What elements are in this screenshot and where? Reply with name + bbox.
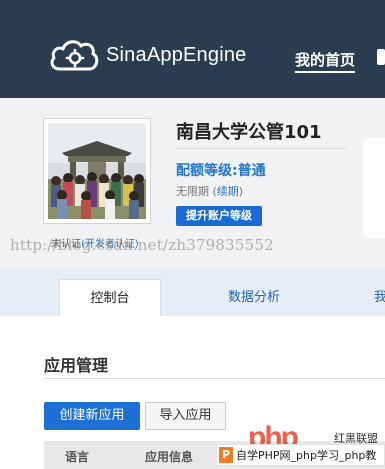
upgrade-account-button[interactable]: 提升账户等级: [176, 206, 262, 226]
tab-bar: 控制台 数据分析 我: [0, 268, 385, 316]
renew-link[interactable]: 续期: [217, 185, 239, 198]
validity-text: 无限期 (续期): [176, 183, 243, 199]
avatar-frame: [43, 118, 151, 224]
title-divider: [176, 148, 346, 149]
validity-prefix: 无限期 (: [176, 185, 217, 198]
php-site-badge[interactable]: P 自学PHP网_php学习_php教: [216, 444, 385, 466]
app-profile-panel: 南昌大学公管101 配额等级:普通 无限期 (续期) 提升账户等级 未认证(开发…: [0, 98, 385, 268]
side-card: [363, 138, 385, 238]
section-divider: [44, 378, 385, 379]
import-app-button[interactable]: 导入应用: [145, 402, 226, 430]
app-title: 南昌大学公管101: [176, 122, 322, 143]
column-header-language[interactable]: 语言: [65, 448, 89, 465]
create-app-button[interactable]: 创建新应用: [44, 402, 140, 430]
logo-text: SinaAppEngine: [106, 43, 247, 66]
php-badge-text: 自学PHP网_php学习_php教: [236, 449, 377, 462]
watermark-url: http://blog.csdn.net/zh379835552: [10, 236, 274, 254]
top-header: SinaAppEngine 我的首页: [0, 0, 385, 98]
column-header-app-info[interactable]: 应用信息: [145, 448, 193, 465]
nav-my-home[interactable]: 我的首页: [295, 49, 356, 73]
quota-level: 配额等级:普通: [176, 163, 266, 179]
section-title-app-management: 应用管理: [44, 356, 109, 375]
app-avatar-photo[interactable]: [48, 123, 146, 219]
php-p-icon: P: [219, 447, 233, 463]
validity-suffix: ): [238, 185, 244, 198]
nav-item-truncated[interactable]: [377, 49, 385, 69]
tab-console[interactable]: 控制台: [59, 279, 161, 316]
sae-logo[interactable]: SinaAppEngine: [48, 38, 247, 72]
cloud-gear-icon: [48, 38, 100, 72]
tab-data-analysis[interactable]: 数据分析: [212, 279, 296, 316]
tab-truncated[interactable]: 我: [374, 279, 385, 316]
